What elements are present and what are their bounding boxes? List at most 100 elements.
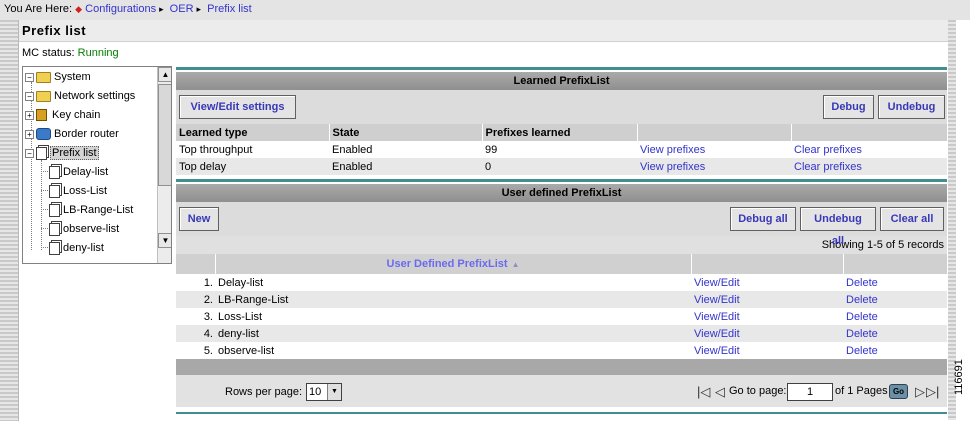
scroll-down-icon[interactable]: ▼ xyxy=(158,233,171,248)
left-border-stripe xyxy=(0,20,19,421)
new-button[interactable]: New xyxy=(179,207,219,231)
breadcrumb-current[interactable]: Prefix list xyxy=(207,3,252,15)
tree-item-observe-list[interactable]: observe-list xyxy=(49,220,119,238)
section-divider xyxy=(176,412,947,414)
table-row: 1. Delay-list View/Edit Delete xyxy=(176,274,947,291)
chevron-down-icon[interactable]: ▼ xyxy=(327,384,341,400)
section-divider xyxy=(176,67,947,70)
view-edit-link[interactable]: View/Edit xyxy=(691,291,843,308)
document-icon xyxy=(49,165,60,179)
collapse-icon[interactable]: − xyxy=(25,72,34,82)
delete-link[interactable]: Delete xyxy=(843,274,947,291)
breadcrumb-link-configurations[interactable]: Configurations xyxy=(85,3,156,15)
learned-table: Learned type State Prefixes learned Top … xyxy=(176,124,948,175)
view-edit-link[interactable]: View/Edit xyxy=(691,308,843,325)
row-number: 2. xyxy=(176,291,215,308)
tree-item-key-chain[interactable]: + Key chain xyxy=(25,106,100,124)
tree-connector xyxy=(41,190,48,191)
view-edit-link[interactable]: View/Edit xyxy=(691,342,843,359)
prefixlist-name: Loss-List xyxy=(215,308,691,325)
figure-number: 116691 xyxy=(953,359,965,395)
user-defined-prefixlist-title: User defined PrefixList xyxy=(176,184,947,202)
tree-connector xyxy=(41,228,48,229)
rows-per-page-label: Rows per page: xyxy=(225,386,303,398)
debug-all-button[interactable]: Debug all xyxy=(730,207,796,231)
document-icon xyxy=(36,146,47,160)
tree-item-delay-list[interactable]: Delay-list xyxy=(49,163,108,181)
tree-item-deny-list[interactable]: deny-list xyxy=(49,239,104,257)
clear-all-button[interactable]: Clear all xyxy=(880,207,944,231)
scrollbar-thumb[interactable] xyxy=(158,84,171,186)
scroll-up-icon[interactable]: ▲ xyxy=(158,67,171,82)
learned-toolbar: View/Edit settings Debug Undebug xyxy=(176,90,947,124)
column-header-delete xyxy=(843,254,948,274)
delete-link[interactable]: Delete xyxy=(843,325,947,342)
view-edit-link[interactable]: View/Edit xyxy=(691,274,843,291)
go-button[interactable]: Go xyxy=(889,384,908,399)
user-defined-prefixlist-column-header[interactable]: User Defined PrefixList ▲ xyxy=(215,254,692,274)
breadcrumb-link-oer[interactable]: OER xyxy=(170,3,194,15)
lock-icon xyxy=(36,109,47,122)
tree-item-network-settings[interactable]: − Network settings xyxy=(25,87,135,105)
clear-prefixes-link[interactable]: Clear prefixes xyxy=(791,158,947,175)
document-icon xyxy=(49,184,60,198)
document-icon xyxy=(49,241,60,255)
view-prefixes-link[interactable]: View prefixes xyxy=(637,141,791,158)
table-row: 3. Loss-List View/Edit Delete xyxy=(176,308,947,325)
undebug-button[interactable]: Undebug xyxy=(878,95,945,119)
learned-type-cell: Top delay xyxy=(176,158,329,175)
last-page-icon[interactable]: ▷| xyxy=(926,384,939,399)
tree-connector xyxy=(41,171,48,172)
chevron-right-icon: ▸ xyxy=(196,4,202,14)
tree-connector xyxy=(41,209,48,210)
document-icon xyxy=(49,203,60,217)
first-page-icon[interactable]: |◁ xyxy=(697,384,710,399)
delete-link[interactable]: Delete xyxy=(843,308,947,325)
tree-item-prefix-list[interactable]: − Prefix list xyxy=(25,144,99,162)
tree-item-loss-list[interactable]: Loss-List xyxy=(49,182,107,200)
user-defined-table: User Defined PrefixList ▲ 1. Delay-list V… xyxy=(176,254,948,359)
learned-table-header: Learned type State Prefixes learned xyxy=(176,124,948,141)
tree-item-border-router[interactable]: + Border router xyxy=(25,125,119,143)
clear-prefixes-link[interactable]: Clear prefixes xyxy=(791,141,947,158)
previous-page-icon[interactable]: ◁ xyxy=(715,384,725,399)
delete-link[interactable]: Delete xyxy=(843,342,947,359)
sort-ascending-icon[interactable]: ▲ xyxy=(512,260,520,269)
view-edit-settings-button[interactable]: View/Edit settings xyxy=(179,95,296,119)
prefixlist-name: LB-Range-List xyxy=(215,291,691,308)
tree-item-lb-range-list[interactable]: LB-Range-List xyxy=(49,201,133,219)
expand-icon[interactable]: + xyxy=(25,110,34,120)
view-prefixes-link[interactable]: View prefixes xyxy=(637,158,791,175)
column-header-number xyxy=(176,254,216,274)
prefixlist-name: observe-list xyxy=(215,342,691,359)
state-cell: Enabled xyxy=(329,141,482,158)
page-title: Prefix list xyxy=(19,20,948,42)
document-icon xyxy=(49,222,60,236)
section-divider xyxy=(176,179,947,182)
page-number-input[interactable]: 1 xyxy=(787,383,833,401)
row-number: 5. xyxy=(176,342,215,359)
tree-content: − System − Network settings + Key chain + Bo… xyxy=(23,67,157,263)
tree-scrollbar[interactable]: ▲ ▼ xyxy=(157,67,171,263)
navigation-tree: − System − Network settings + Key chain + Bo… xyxy=(22,66,172,264)
rows-per-page-select[interactable]: 10 ▼ xyxy=(306,383,342,401)
router-icon xyxy=(36,128,51,141)
debug-button[interactable]: Debug xyxy=(823,95,874,119)
next-page-icon[interactable]: ▷ xyxy=(915,384,925,399)
tree-item-system[interactable]: − System xyxy=(25,68,91,86)
user-defined-table-header: User Defined PrefixList ▲ xyxy=(176,254,948,274)
collapse-icon[interactable]: − xyxy=(25,91,34,101)
column-header: Learned type xyxy=(176,124,330,141)
prefixes-learned-cell: 99 xyxy=(482,141,637,158)
row-number: 1. xyxy=(176,274,215,291)
mc-status-label: MC status: xyxy=(22,47,75,59)
undebug-all-button[interactable]: Undebug all xyxy=(800,207,876,247)
breadcrumb: You Are Here: ◆ Configurations ▸ OER ▸ Pre… xyxy=(0,0,970,20)
learned-prefixlist-panel: Learned PrefixList View/Edit settings De… xyxy=(176,72,948,175)
column-header xyxy=(791,124,948,141)
view-edit-link[interactable]: View/Edit xyxy=(691,325,843,342)
delete-link[interactable]: Delete xyxy=(843,291,947,308)
table-row: 5. observe-list View/Edit Delete xyxy=(176,342,947,359)
collapse-icon[interactable]: − xyxy=(25,148,34,158)
expand-icon[interactable]: + xyxy=(25,129,34,139)
